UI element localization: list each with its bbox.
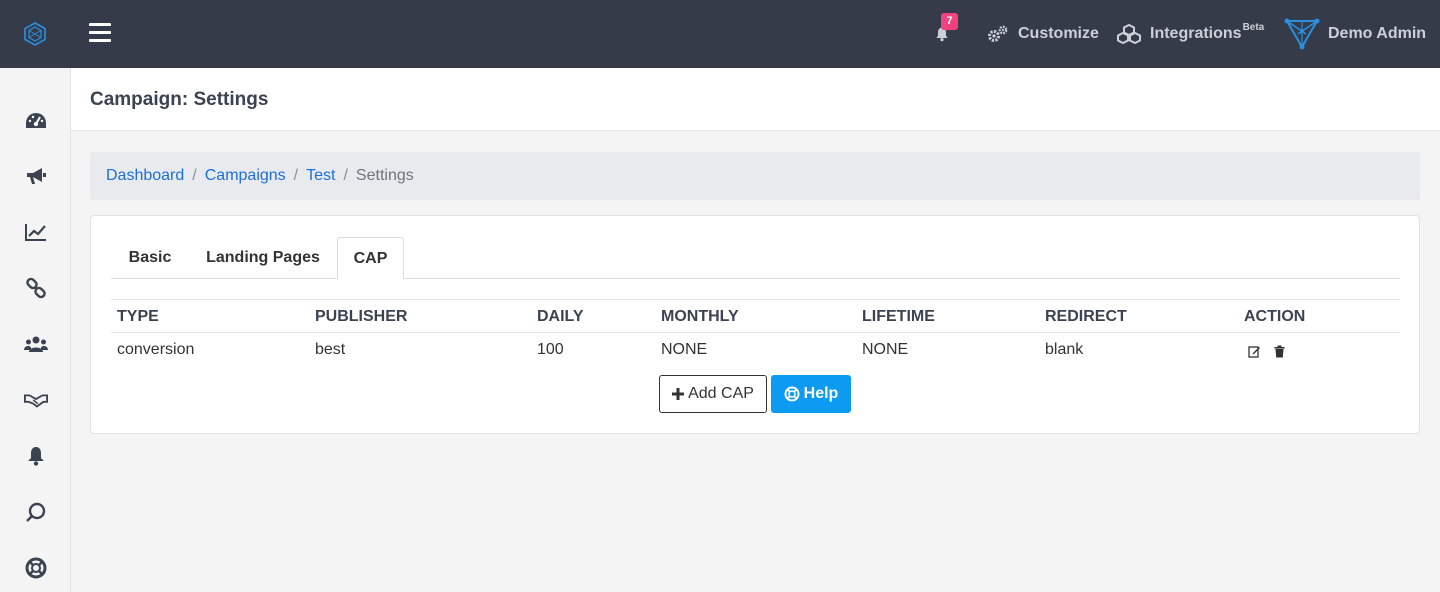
page-header: Campaign: Settings bbox=[71, 68, 1440, 131]
user-name: Demo Admin bbox=[1328, 25, 1427, 42]
user-avatar-icon bbox=[1284, 18, 1320, 50]
plus-icon bbox=[672, 388, 685, 400]
notification-count-badge: 7 bbox=[941, 13, 958, 30]
notifications-bell-icon[interactable] bbox=[934, 0, 958, 68]
add-cap-label: Add CAP bbox=[688, 385, 754, 402]
reports-chart-icon[interactable] bbox=[24, 220, 48, 244]
tab-landing-pages[interactable]: Landing Pages bbox=[189, 237, 337, 279]
links-chain-icon[interactable] bbox=[24, 276, 48, 300]
help-lifering-icon[interactable] bbox=[24, 556, 48, 580]
beta-badge: Beta bbox=[1242, 21, 1265, 33]
tab-basic[interactable]: Basic bbox=[111, 237, 189, 279]
cell-monthly: NONE bbox=[661, 341, 708, 358]
notifications-bell-icon[interactable] bbox=[24, 444, 48, 468]
page-title: Campaign: Settings bbox=[90, 89, 269, 110]
column-header-redirect: REDIRECT bbox=[1045, 308, 1127, 325]
edit-icon[interactable] bbox=[1247, 344, 1262, 359]
customize-link[interactable]: Customize bbox=[986, 0, 1099, 68]
tab-cap[interactable]: CAP bbox=[337, 237, 404, 280]
customize-label: Customize bbox=[1018, 25, 1099, 42]
user-menu[interactable]: Demo Admin bbox=[1284, 0, 1426, 68]
column-header-publisher: PUBLISHER bbox=[315, 308, 408, 325]
breadcrumb: Dashboard / Campaigns / Test / Settings bbox=[90, 152, 1420, 200]
column-header-action: ACTION bbox=[1244, 308, 1306, 325]
cell-lifetime: NONE bbox=[862, 341, 909, 358]
breadcrumb-current: Settings bbox=[355, 167, 414, 184]
cell-publisher: best bbox=[315, 341, 346, 358]
breadcrumb-separator: / bbox=[343, 167, 348, 184]
partners-handshake-icon[interactable] bbox=[24, 388, 48, 412]
table-row: conversion best 100 NONE NONE blank bbox=[111, 333, 1400, 367]
integrations-label: Integrations bbox=[1150, 25, 1242, 42]
lifering-icon bbox=[784, 386, 800, 402]
add-cap-button[interactable]: Add CAP bbox=[659, 375, 767, 413]
column-header-type: TYPE bbox=[117, 308, 159, 325]
integrations-link[interactable]: Integrations Beta bbox=[1116, 0, 1264, 68]
sidebar bbox=[0, 68, 71, 592]
breadcrumb-test-link[interactable]: Test bbox=[306, 167, 335, 185]
column-header-monthly: MONTHLY bbox=[661, 308, 739, 325]
gears-icon bbox=[988, 25, 1008, 42]
cubes-icon bbox=[1117, 24, 1141, 44]
campaigns-megaphone-icon[interactable] bbox=[24, 164, 48, 188]
breadcrumb-separator: / bbox=[192, 167, 197, 184]
help-label: Help bbox=[803, 385, 839, 402]
cell-daily: 100 bbox=[537, 341, 564, 358]
delete-trash-icon[interactable] bbox=[1272, 344, 1287, 359]
help-button[interactable]: Help bbox=[771, 375, 851, 413]
cell-redirect: blank bbox=[1045, 341, 1084, 358]
users-group-icon[interactable] bbox=[24, 332, 48, 356]
breadcrumb-campaigns-link[interactable]: Campaigns bbox=[205, 167, 286, 185]
settings-tabs: Basic Landing Pages CAP bbox=[111, 237, 1400, 280]
menu-toggle-button[interactable] bbox=[89, 23, 111, 43]
brand-logo-icon[interactable] bbox=[22, 21, 48, 47]
column-header-lifetime: LIFETIME bbox=[862, 308, 935, 325]
settings-card: Basic Landing Pages CAP TYPE PUBLISHER D… bbox=[90, 215, 1420, 434]
top-navbar: 7 Customize Integrations Beta Demo Admin bbox=[0, 0, 1440, 68]
cell-type: conversion bbox=[117, 341, 195, 358]
breadcrumb-separator: / bbox=[293, 167, 299, 184]
cap-table: TYPE PUBLISHER DAILY MONTHLY LIFETIME RE… bbox=[111, 299, 1400, 367]
breadcrumb-dashboard-link[interactable]: Dashboard bbox=[106, 167, 184, 185]
table-header-row: TYPE PUBLISHER DAILY MONTHLY LIFETIME RE… bbox=[111, 299, 1400, 333]
dashboard-icon[interactable] bbox=[24, 109, 48, 133]
column-header-daily: DAILY bbox=[537, 308, 584, 325]
sync-icon[interactable] bbox=[24, 500, 48, 524]
